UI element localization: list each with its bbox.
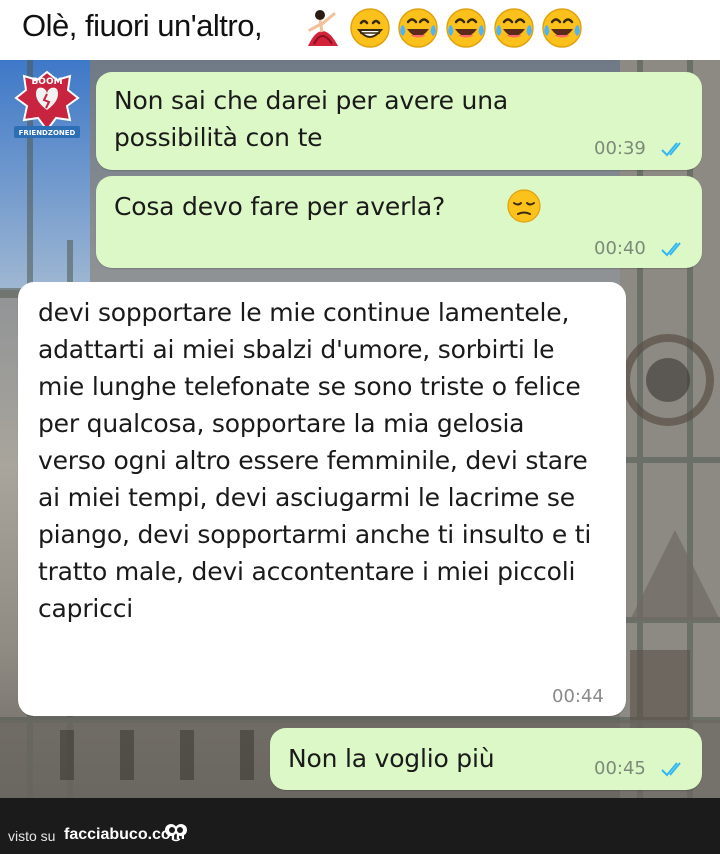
message-time: 00:45 — [594, 758, 646, 779]
message-text: devi sopportare le mie continue lamentel… — [38, 298, 592, 623]
message-text: Cosa devo fare per averla? — [114, 192, 446, 221]
footer-visto-label: visto su — [8, 828, 56, 844]
dancer-emoji — [308, 10, 338, 46]
sticker-title: BOOM — [31, 77, 62, 87]
caption-text: Olè, fiuori un'altro, — [22, 8, 263, 43]
message-time: 00:44 — [552, 686, 604, 707]
double-check-icon — [661, 242, 681, 257]
message-text: Non sai che darei per avere una possibil… — [114, 86, 508, 152]
chat-area[interactable]: BOOM FRIENDZONED Non sai che darei per a… — [0, 60, 720, 798]
grin-emoji — [350, 8, 390, 48]
friendzoned-sticker: BOOM FRIENDZONED — [14, 70, 80, 138]
footer-bar: visto su facciabuco.com — [0, 798, 720, 854]
tears-of-joy-emoji — [494, 8, 534, 48]
message-text: Non la voglio più — [288, 744, 495, 773]
double-check-icon — [661, 762, 681, 777]
double-check-icon — [661, 142, 681, 157]
facciabuco-logo-icon — [165, 824, 187, 842]
sticker-label: FRIENDZONED — [19, 129, 76, 137]
message-bubble-incoming[interactable]: devi sopportare le mie continue lamentel… — [18, 282, 626, 716]
message-bubble-outgoing[interactable]: Non sai che darei per avere una possibil… — [96, 72, 702, 170]
tears-of-joy-emoji — [542, 8, 582, 48]
message-time: 00:40 — [594, 238, 646, 259]
meme-caption: Olè, fiuori un'altro, — [0, 0, 720, 60]
pensive-emoji — [507, 189, 541, 223]
message-time: 00:39 — [594, 138, 646, 159]
tears-of-joy-emoji — [446, 8, 486, 48]
message-bubble-outgoing[interactable]: Cosa devo fare per averla? 00:40 — [96, 176, 702, 268]
tears-of-joy-emoji — [398, 8, 438, 48]
message-bubble-outgoing[interactable]: Non la voglio più 00:45 — [270, 728, 702, 790]
